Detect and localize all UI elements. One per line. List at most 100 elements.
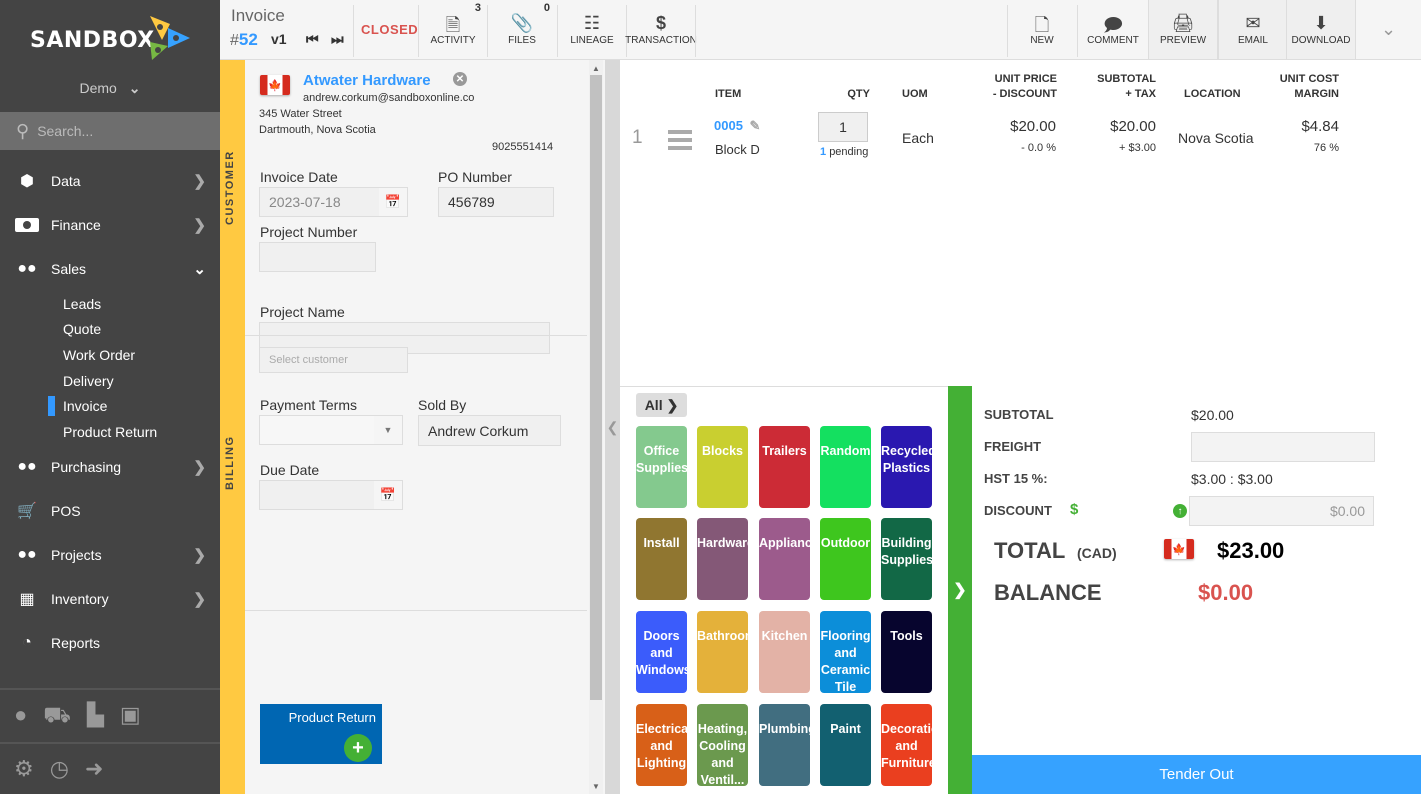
category-tile[interactable]: Random [820, 426, 871, 508]
scrollbar-thumb[interactable] [590, 75, 602, 700]
customer-name[interactable]: Atwater Hardware [303, 72, 431, 89]
more-dropdown[interactable]: ⌄ [1356, 0, 1421, 59]
search-icon: ⚲ [16, 120, 30, 141]
sidebar-item-label: Finance [51, 217, 101, 233]
contacts-icon[interactable]: ● [14, 702, 27, 731]
unit-price[interactable]: $20.00 [965, 118, 1056, 135]
scroll-down-icon[interactable]: ▼ [592, 782, 600, 791]
sidebar-sub-leads[interactable]: Leads [63, 296, 101, 312]
project-number-field[interactable] [259, 242, 376, 272]
clock-icon[interactable]: ◷ [50, 756, 69, 782]
sidebar-item-data[interactable]: ⬢ Data ❯ [0, 159, 220, 203]
panel-collapse-toggle[interactable]: ❮ [605, 60, 620, 794]
category-tile[interactable]: Tools [881, 611, 932, 693]
payment-terms-select[interactable]: ▼ [259, 415, 403, 445]
sold-by-field[interactable]: Andrew Corkum [418, 415, 561, 446]
category-tile[interactable]: Building Supplies [881, 518, 932, 600]
expand-totals-toggle[interactable]: ❯ [948, 386, 972, 794]
sidebar-item-sales[interactable]: ●● Sales ⌄ [0, 247, 220, 291]
sidebar-item-projects[interactable]: ●● Projects ❯ [0, 533, 220, 577]
category-tile[interactable]: Outdoor [820, 518, 871, 600]
category-tile[interactable]: Recycled Plastics [881, 426, 932, 508]
select-customer-field[interactable]: Select customer [259, 347, 408, 373]
tender-out-button[interactable]: Tender Out [972, 755, 1421, 794]
category-tile[interactable]: Bathroom [697, 611, 748, 693]
email-button[interactable]: ✉ EMAIL [1218, 0, 1288, 59]
product-return-button[interactable]: Product Return + [260, 704, 382, 764]
sidebar-sub-invoice[interactable]: Invoice [63, 398, 107, 414]
category-tile[interactable]: Paint [820, 704, 871, 786]
item-code-link[interactable]: 0005 ✎ [714, 118, 760, 134]
sidebar-item-finance[interactable]: Finance ❯ [0, 203, 220, 247]
category-tile[interactable]: Electrical and Lighting [636, 704, 687, 786]
category-tile[interactable]: Kitchen [759, 611, 810, 693]
category-tile[interactable]: Blocks [697, 426, 748, 508]
invoice-date-field[interactable]: 2023-07-18 📅 [259, 187, 408, 217]
category-tile[interactable]: Install [636, 518, 687, 600]
transaction-button[interactable]: $ TRANSACTION [625, 0, 697, 59]
qty-input[interactable]: 1 [818, 112, 868, 142]
sidebar-sub-quote[interactable]: Quote [63, 321, 101, 337]
preview-button[interactable]: 🖨 PREVIEW [1148, 0, 1218, 59]
last-record-icon[interactable]: ⏭ [331, 31, 344, 48]
logout-icon[interactable]: ➜ [85, 756, 103, 782]
all-categories-button[interactable]: All ❯ [636, 393, 687, 417]
scroll-up-icon[interactable]: ▲ [592, 64, 600, 73]
sidebar-sub-work-order[interactable]: Work Order [63, 347, 135, 363]
form-scrollbar[interactable]: ▲ ▼ [589, 60, 603, 794]
due-date-field[interactable]: 📅 [259, 480, 403, 510]
category-tile[interactable]: Office Supplies [636, 426, 687, 508]
download-button[interactable]: ⬇ DOWNLOAD [1286, 0, 1356, 59]
subtotal-header: SUBTOTAL [1097, 73, 1156, 85]
arrow-up-circle-icon[interactable]: ↑ [1173, 504, 1187, 518]
sidebar-item-purchasing[interactable]: ●● Purchasing ❯ [0, 445, 220, 489]
drag-handle-icon[interactable] [668, 130, 692, 154]
category-tile[interactable]: Appliances [759, 518, 810, 600]
discount-input[interactable]: $0.00 [1189, 496, 1374, 526]
customer-address1: 345 Water Street [259, 108, 342, 120]
total-label: TOTAL (CAD) [994, 538, 1117, 564]
invoice-date-value: 2023-07-18 [269, 194, 341, 210]
edit-icon[interactable]: ✎ [750, 118, 761, 133]
hash-symbol: # [230, 32, 239, 49]
category-tile[interactable]: Plumbing [759, 704, 810, 786]
workspace-switcher[interactable]: Demo ⌄ [0, 80, 220, 97]
chevron-right-icon: ❯ [193, 173, 206, 190]
archive-icon[interactable]: ▣ [120, 702, 141, 731]
category-tile[interactable]: Hardware [697, 518, 748, 600]
category-tile[interactable]: Decoration and Furniture [881, 704, 932, 786]
truck-icon[interactable]: ⛟ [43, 702, 71, 731]
activity-label: ACTIVITY [430, 35, 476, 46]
due-date-label: Due Date [260, 462, 320, 478]
activity-button[interactable]: 🗎 ACTIVITY 3 [419, 0, 487, 59]
comment-button[interactable]: 🗩 COMMENT [1078, 0, 1148, 59]
files-button[interactable]: 📎 FILES 0 [488, 0, 556, 59]
category-tile[interactable]: Trailers [759, 426, 810, 508]
calendar-icon[interactable]: 📅 [374, 481, 402, 509]
gear-icon[interactable]: ⚙ [14, 756, 34, 782]
sidebar-item-inventory[interactable]: ▦ Inventory ❯ [0, 577, 220, 621]
sidebar-sub-delivery[interactable]: Delivery [63, 373, 114, 389]
freight-input[interactable] [1191, 432, 1375, 462]
category-tile[interactable]: Doors and Windows [636, 611, 687, 693]
lineage-button[interactable]: ☷ LINEAGE [558, 0, 626, 59]
category-tile[interactable]: Heating, Cooling and Ventil... [697, 704, 748, 786]
brand-logo[interactable]: SANDBOX [30, 28, 155, 53]
calendar-icon[interactable]: 📅 [379, 188, 407, 216]
category-tile[interactable]: Flooring and Ceramic Tile [820, 611, 871, 693]
sidebar-search[interactable]: ⚲ Search... [0, 112, 220, 150]
col-item: ITEM [715, 88, 742, 100]
sidebar-item-pos[interactable]: 🛒 POS [0, 489, 220, 533]
remove-customer-icon[interactable]: ✕ [453, 72, 467, 86]
first-record-icon[interactable]: ⏮ [306, 31, 319, 48]
sidebar: SANDBOX Demo ⌄ ⚲ Search... ⬢ Data ❯ Financ… [0, 0, 220, 794]
new-button[interactable]: 🗋 NEW [1008, 0, 1076, 59]
doc-number: #52 [230, 30, 258, 50]
po-number-field[interactable]: 456789 [438, 187, 554, 217]
sidebar-sub-product-return[interactable]: Product Return [63, 424, 157, 440]
item-name: Block D [715, 142, 760, 157]
section-stripe [220, 60, 245, 610]
dollar-toggle-icon[interactable]: $ [1070, 501, 1078, 518]
sidebar-item-reports[interactable]: ◔ Reports [0, 621, 220, 665]
factory-icon[interactable]: ▙ [87, 702, 104, 731]
